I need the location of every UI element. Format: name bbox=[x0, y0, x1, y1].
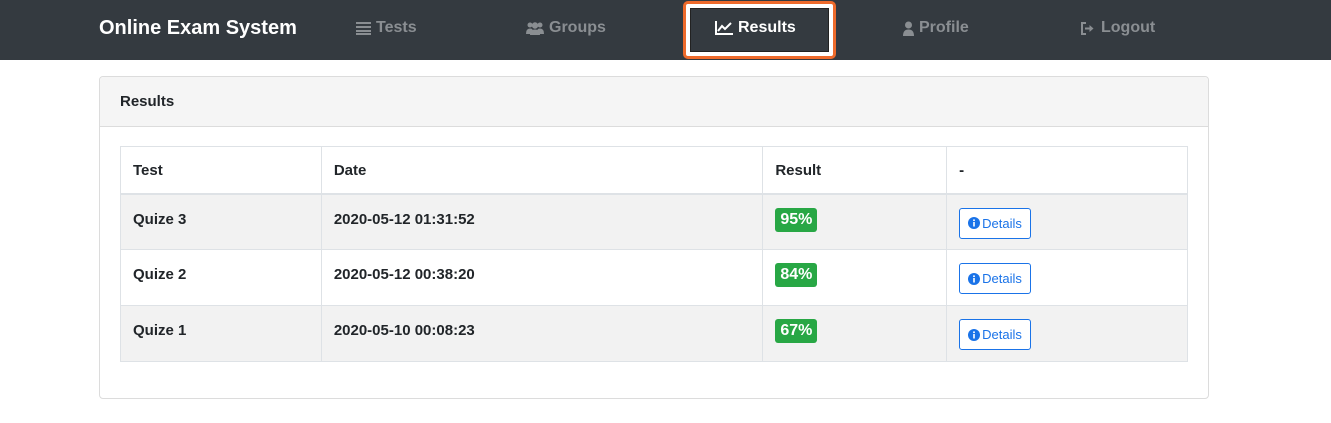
nav-label-tests: Tests bbox=[376, 19, 417, 36]
info-icon bbox=[968, 328, 981, 341]
cell-result: 84% bbox=[762, 249, 948, 306]
result-badge: 67% bbox=[775, 319, 818, 343]
results-table: Test Date Result - Quize 3 2020-05-12 01… bbox=[120, 146, 1188, 362]
nav-item-logout[interactable]: Logout bbox=[1080, 17, 1155, 39]
cell-date: 2020-05-12 01:31:52 bbox=[320, 193, 764, 250]
nav-item-results[interactable]: Results bbox=[715, 17, 796, 39]
line-chart-icon bbox=[715, 21, 733, 35]
nav-label-groups: Groups bbox=[549, 19, 606, 36]
details-label: Details bbox=[982, 327, 1022, 342]
top-navbar: Online Exam System Tests Groups Results bbox=[0, 0, 1331, 60]
results-card: Results Test Date Result - Quize 3 2020-… bbox=[99, 76, 1209, 399]
result-badge: 95% bbox=[775, 207, 818, 232]
header-date: Date bbox=[320, 146, 764, 195]
card-title: Results bbox=[100, 77, 1208, 127]
info-icon bbox=[968, 272, 981, 285]
nav-item-groups[interactable]: Groups bbox=[526, 17, 606, 39]
details-button[interactable]: Details bbox=[959, 263, 1031, 294]
nav-item-profile[interactable]: Profile bbox=[903, 17, 969, 39]
table-row: Quize 1 2020-05-10 00:08:23 67% Details bbox=[120, 305, 1188, 362]
user-icon bbox=[903, 21, 914, 36]
header-action: - bbox=[946, 146, 1188, 195]
header-test: Test bbox=[120, 146, 322, 195]
result-badge: 84% bbox=[775, 263, 818, 287]
header-result: Result bbox=[762, 146, 948, 195]
details-label: Details bbox=[982, 271, 1022, 286]
cell-test: Quize 1 bbox=[120, 305, 322, 362]
details-label: Details bbox=[982, 215, 1022, 231]
list-icon bbox=[356, 21, 371, 35]
cell-result: 95% bbox=[762, 193, 948, 250]
cell-date: 2020-05-10 00:08:23 bbox=[320, 305, 764, 362]
nav-label-profile: Profile bbox=[919, 19, 969, 36]
logout-icon bbox=[1081, 21, 1094, 35]
cell-action: Details bbox=[946, 193, 1188, 250]
cell-test: Quize 3 bbox=[120, 193, 322, 250]
table-row: Quize 3 2020-05-12 01:31:52 95% Details bbox=[120, 193, 1188, 250]
cell-date: 2020-05-12 00:38:20 bbox=[320, 249, 764, 306]
table-header-row: Test Date Result - bbox=[120, 146, 1188, 195]
nav-item-tests[interactable]: Tests bbox=[356, 17, 417, 39]
info-icon bbox=[968, 217, 981, 229]
table-row: Quize 2 2020-05-12 00:38:20 84% Details bbox=[120, 249, 1188, 306]
details-button[interactable]: Details bbox=[959, 207, 1031, 239]
cell-action: Details bbox=[946, 249, 1188, 306]
nav-label-results: Results bbox=[738, 19, 796, 36]
details-button[interactable]: Details bbox=[959, 319, 1031, 350]
cell-result: 67% bbox=[762, 305, 948, 362]
users-icon bbox=[526, 22, 544, 35]
nav-label-logout: Logout bbox=[1101, 19, 1156, 36]
cell-action: Details bbox=[946, 305, 1188, 362]
cell-test: Quize 2 bbox=[120, 249, 322, 306]
brand-title[interactable]: Online Exam System bbox=[99, 16, 297, 40]
